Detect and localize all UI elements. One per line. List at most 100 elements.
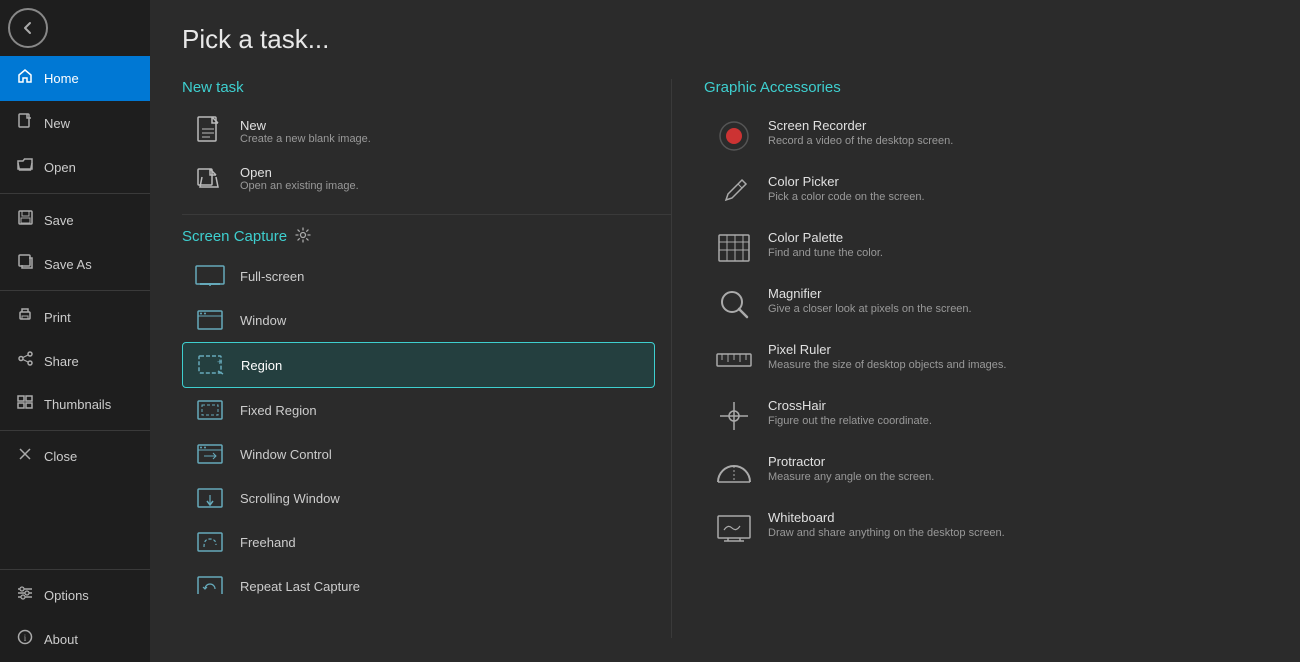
open-task-label: Open	[240, 165, 359, 180]
graphic-item-color-palette[interactable]: Color Palette Find and tune the color.	[704, 220, 1268, 276]
sidebar-item-close[interactable]: Close	[0, 435, 150, 478]
graphic-item-protractor[interactable]: Protractor Measure any angle on the scre…	[704, 444, 1268, 500]
sidebar-item-print[interactable]: Print	[0, 295, 150, 339]
graphic-item-pixel-ruler[interactable]: Pixel Ruler Measure the size of desktop …	[704, 332, 1268, 388]
print-icon	[16, 307, 34, 327]
new-file-task-icon	[194, 120, 226, 144]
window-capture-icon	[194, 308, 226, 332]
sidebar-divider-3	[0, 430, 150, 431]
protractor-label: Protractor	[768, 454, 934, 469]
sidebar-item-about[interactable]: i About	[0, 617, 150, 662]
new-task-desc: Create a new blank image.	[240, 133, 371, 145]
open-file-task-icon	[194, 167, 226, 191]
capture-item-freehand[interactable]: Freehand	[182, 520, 655, 564]
sidebar-item-save[interactable]: Save	[0, 198, 150, 242]
magnifier-icon	[716, 286, 752, 322]
options-icon	[16, 586, 34, 605]
pixel-ruler-desc: Measure the size of desktop objects and …	[768, 359, 1006, 371]
sidebar-item-save-as[interactable]: Save As	[0, 242, 150, 286]
capture-item-repeat-last[interactable]: Repeat Last Capture	[182, 564, 655, 594]
open-folder-icon	[16, 158, 34, 177]
pixel-ruler-label: Pixel Ruler	[768, 342, 1006, 357]
page-title: Pick a task...	[182, 24, 1268, 55]
sidebar-divider-1	[0, 193, 150, 194]
new-task-section: New task	[182, 79, 671, 202]
graphic-item-whiteboard[interactable]: Whiteboard Draw and share anything on th…	[704, 500, 1268, 556]
capture-item-scrolling-window[interactable]: Scrolling Window	[182, 476, 655, 520]
screen-capture-header: Screen Capture	[182, 227, 671, 246]
main-content: Pick a task... New task	[150, 0, 1300, 662]
sidebar-item-share[interactable]: Share	[0, 339, 150, 383]
sidebar-item-thumbnails[interactable]: Thumbnails	[0, 383, 150, 426]
window-control-label: Window Control	[240, 447, 332, 462]
graphic-item-crosshair[interactable]: CrossHair Figure out the relative coordi…	[704, 388, 1268, 444]
whiteboard-icon	[716, 510, 752, 546]
sidebar-item-options[interactable]: Options	[0, 574, 150, 617]
protractor-desc: Measure any angle on the screen.	[768, 471, 934, 483]
crosshair-info: CrossHair Figure out the relative coordi…	[768, 398, 932, 427]
magnifier-label: Magnifier	[768, 286, 972, 301]
new-task-item-open-text: Open Open an existing image.	[240, 165, 359, 192]
window-label: Window	[240, 313, 286, 328]
graphic-item-color-picker[interactable]: Color Picker Pick a color code on the sc…	[704, 164, 1268, 220]
graphic-accessories-title: Graphic Accessories	[704, 79, 1268, 96]
new-task-label: New	[240, 118, 371, 133]
sidebar: Home New Open Save	[0, 0, 150, 662]
repeat-last-capture-icon	[194, 574, 226, 594]
sidebar-divider-4	[0, 569, 150, 570]
capture-item-window[interactable]: Window	[182, 298, 655, 342]
freehand-label: Freehand	[240, 535, 296, 550]
scrolling-window-icon	[194, 486, 226, 510]
sidebar-item-new[interactable]: New	[0, 101, 150, 146]
screen-capture-section: Screen Capture	[182, 227, 671, 594]
screen-capture-title: Screen Capture	[182, 228, 287, 245]
sidebar-item-open[interactable]: Open	[0, 146, 150, 189]
capture-item-window-control[interactable]: Window Control	[182, 432, 655, 476]
screen-recorder-label: Screen Recorder	[768, 118, 953, 133]
whiteboard-label: Whiteboard	[768, 510, 1005, 525]
capture-item-full-screen[interactable]: Full-screen	[182, 254, 655, 298]
magnifier-desc: Give a closer look at pixels on the scre…	[768, 303, 972, 315]
capture-item-fixed-region[interactable]: Fixed Region	[182, 388, 655, 432]
graphic-item-magnifier[interactable]: Magnifier Give a closer look at pixels o…	[704, 276, 1268, 332]
color-picker-label: Color Picker	[768, 174, 925, 189]
screen-recorder-info: Screen Recorder Record a video of the de…	[768, 118, 953, 147]
new-task-item-new-text: New Create a new blank image.	[240, 118, 371, 145]
sidebar-item-options-label: Options	[44, 588, 89, 603]
sidebar-item-save-label: Save	[44, 213, 74, 228]
new-file-icon	[16, 113, 34, 134]
whiteboard-desc: Draw and share anything on the desktop s…	[768, 527, 1005, 539]
color-palette-desc: Find and tune the color.	[768, 247, 883, 259]
section-divider-1	[182, 214, 671, 215]
sidebar-item-about-label: About	[44, 632, 78, 647]
right-panel: Graphic Accessories Screen Recorder Reco…	[672, 79, 1268, 638]
crosshair-icon	[716, 398, 752, 434]
new-task-item-new[interactable]: New Create a new blank image.	[182, 108, 671, 155]
crosshair-desc: Figure out the relative coordinate.	[768, 415, 932, 427]
freehand-icon	[194, 530, 226, 554]
sidebar-divider-2	[0, 290, 150, 291]
graphic-item-screen-recorder[interactable]: Screen Recorder Record a video of the de…	[704, 108, 1268, 164]
new-task-title: New task	[182, 79, 671, 96]
fixed-region-label: Fixed Region	[240, 403, 317, 418]
full-screen-icon	[194, 264, 226, 288]
color-palette-icon	[716, 230, 752, 266]
screen-capture-settings-icon[interactable]	[295, 227, 311, 246]
magnifier-info: Magnifier Give a closer look at pixels o…	[768, 286, 972, 315]
crosshair-label: CrossHair	[768, 398, 932, 413]
back-button[interactable]	[8, 8, 48, 48]
color-palette-info: Color Palette Find and tune the color.	[768, 230, 883, 259]
share-icon	[16, 351, 34, 371]
pixel-ruler-info: Pixel Ruler Measure the size of desktop …	[768, 342, 1006, 371]
home-icon	[16, 68, 34, 89]
scrolling-window-label: Scrolling Window	[240, 491, 340, 506]
new-task-item-open[interactable]: Open Open an existing image.	[182, 155, 671, 202]
sidebar-item-close-label: Close	[44, 449, 77, 464]
screen-recorder-desc: Record a video of the desktop screen.	[768, 135, 953, 147]
capture-item-region[interactable]: + Region	[182, 342, 655, 388]
open-task-desc: Open an existing image.	[240, 180, 359, 192]
new-task-list: New Create a new blank image.	[182, 108, 671, 202]
about-icon: i	[16, 629, 34, 650]
sidebar-item-home[interactable]: Home	[0, 56, 150, 101]
fixed-region-icon	[194, 398, 226, 422]
